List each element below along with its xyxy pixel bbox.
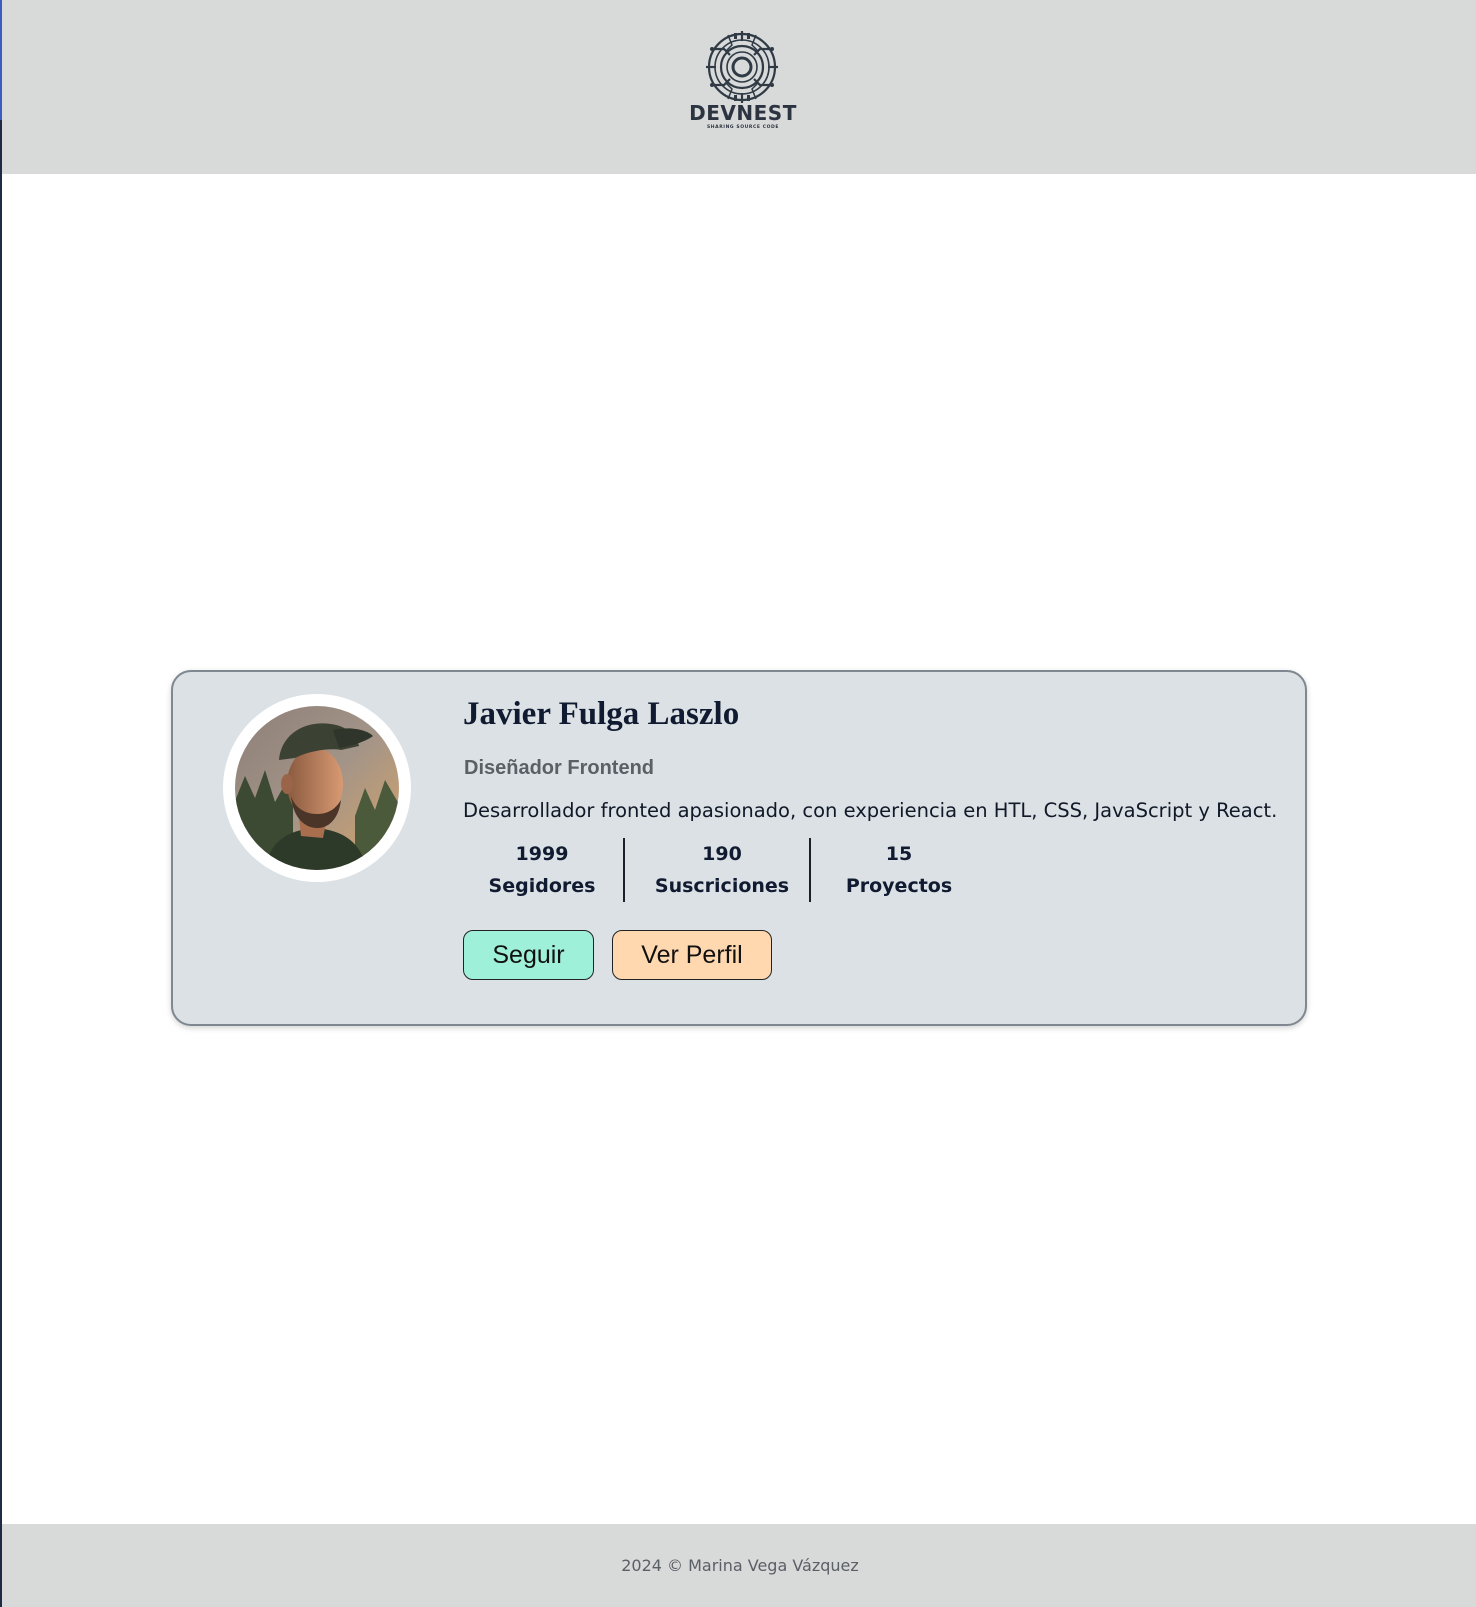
profile-name: Javier Fulga Laszlo xyxy=(463,696,740,732)
stat-subscriptions: 190 Suscriciones xyxy=(635,838,809,902)
person-avatar-photo xyxy=(235,706,399,870)
stat-label: Proyectos xyxy=(845,875,953,897)
avatar-frame xyxy=(223,694,411,882)
profile-card: Javier Fulga Laszlo Diseñador Frontend D… xyxy=(171,670,1307,1026)
logo-tagline: SHARING SOURCE CODE xyxy=(706,125,780,130)
stat-label: Suscriciones xyxy=(654,875,790,897)
stat-divider xyxy=(809,838,811,902)
circuit-chip-icon xyxy=(706,31,778,103)
logo-wordmark: DEVNEST xyxy=(689,101,797,125)
stat-value: 190 xyxy=(702,843,742,865)
profile-bio: Desarrollador fronted apasionado, con ex… xyxy=(463,799,1278,822)
stat-divider xyxy=(623,838,625,902)
view-profile-button[interactable]: Ver Perfil xyxy=(612,930,772,980)
profile-role: Diseñador Frontend xyxy=(464,757,655,779)
stat-label: Segidores xyxy=(488,875,596,897)
devnest-logo[interactable]: DEVNEST SHARING SOURCE CODE xyxy=(688,24,798,134)
window-edge xyxy=(0,0,2,1607)
site-footer: 2024 © Marina Vega Vázquez xyxy=(2,1524,1476,1607)
follow-button[interactable]: Seguir xyxy=(463,930,594,980)
site-header: DEVNEST SHARING SOURCE CODE xyxy=(2,0,1476,174)
stat-value: 15 xyxy=(885,843,913,865)
stat-followers: 1999 Segidores xyxy=(463,838,621,902)
stat-value: 1999 xyxy=(515,843,569,865)
footer-copyright: 2024 © Marina Vega Vázquez xyxy=(621,1556,859,1575)
stat-projects: 15 Proyectos xyxy=(819,838,979,902)
avatar[interactable] xyxy=(235,706,399,870)
